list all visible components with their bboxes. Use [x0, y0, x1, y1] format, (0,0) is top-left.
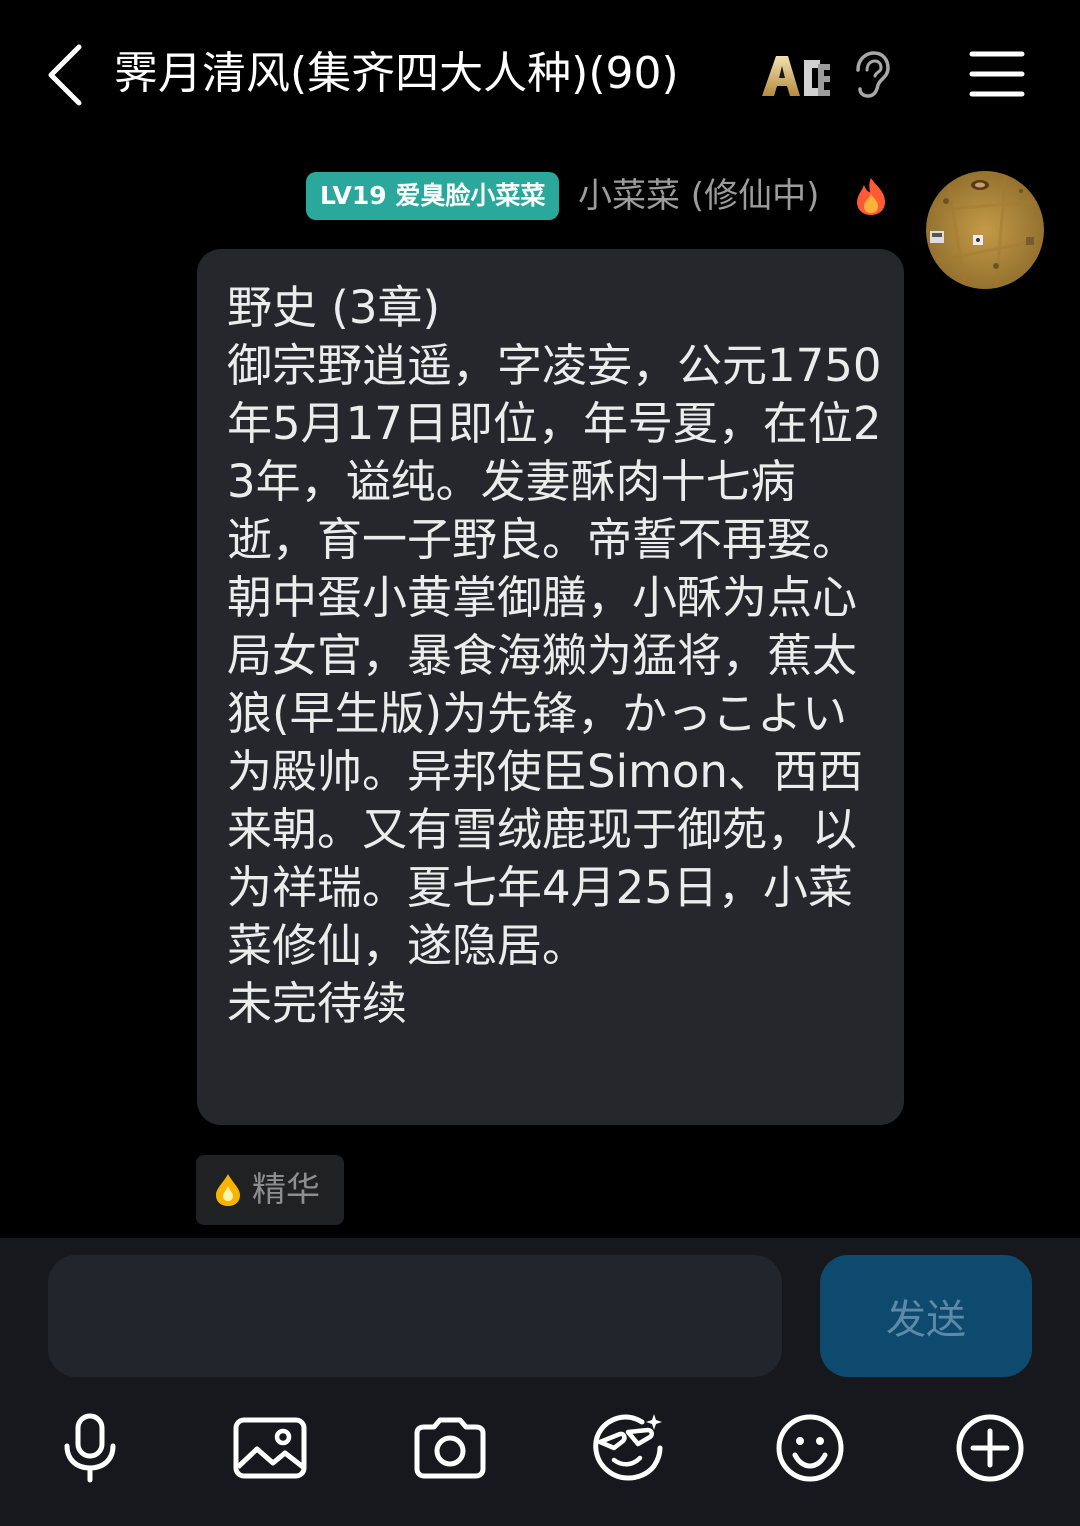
plus-icon — [956, 1414, 1024, 1482]
hamburger-menu-icon — [969, 51, 1025, 97]
back-button[interactable] — [38, 40, 92, 110]
sticker-icon — [593, 1414, 663, 1481]
level-badge: LV19 爱臭脸小菜菜 — [306, 172, 560, 220]
image-button[interactable] — [230, 1408, 310, 1488]
essence-drop-icon — [216, 1174, 240, 1206]
chevron-left-icon — [48, 44, 82, 106]
send-button[interactable]: 发送 — [820, 1255, 1032, 1377]
chat-header: 霁月清风(集齐四大人种)(90) — [0, 0, 1080, 150]
group-title: 霁月清风(集齐四大人种)(90) — [114, 48, 679, 99]
sender-name[interactable]: 小菜菜 (修仙中) — [578, 170, 819, 222]
menu-button[interactable] — [966, 46, 1028, 102]
emoji-button[interactable] — [770, 1408, 850, 1488]
ear-icon[interactable] — [848, 50, 892, 100]
avatar[interactable] — [926, 171, 1044, 289]
message-bubble[interactable]: 野史 (3章) 御宗野逍遥，字凌妄，公元1750年5月17日即位，年号夏，在位2… — [197, 249, 904, 1125]
flame-icon — [852, 176, 890, 216]
essence-tag[interactable]: 精华 — [196, 1155, 344, 1225]
microphone-icon — [64, 1413, 116, 1483]
message-text: 野史 (3章) 御宗野逍遥，字凌妄，公元1750年5月17日即位，年号夏，在位2… — [227, 281, 882, 1030]
camera-icon — [414, 1417, 486, 1479]
essence-label: 精华 — [252, 1170, 320, 1210]
message-input[interactable] — [48, 1255, 782, 1377]
more-button[interactable] — [950, 1408, 1030, 1488]
voice-button[interactable] — [50, 1408, 130, 1488]
input-bar: 发送 — [0, 1238, 1080, 1526]
emoji-icon — [776, 1414, 844, 1482]
camera-button[interactable] — [410, 1408, 490, 1488]
image-icon — [233, 1417, 307, 1479]
sticker-button[interactable] — [588, 1408, 668, 1488]
ace-badge-icon — [760, 50, 832, 100]
